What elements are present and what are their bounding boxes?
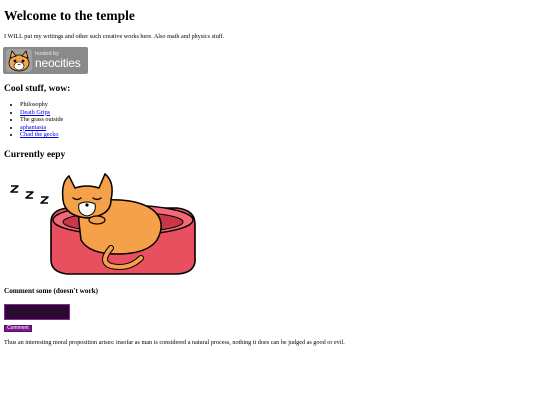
comment-heading: Comment some (doesn't work) bbox=[4, 287, 99, 295]
footer-quote: Thus an interesting moral proposition ar… bbox=[4, 339, 345, 346]
currently-eepy-heading: Currently eepy bbox=[4, 150, 66, 160]
neocities-badge[interactable]: hosted by neocities bbox=[3, 47, 88, 74]
link-chad-the-gecko[interactable]: Chad the gecko bbox=[20, 131, 59, 138]
list-item: Chad the gecko bbox=[20, 131, 63, 139]
link-aphantasia[interactable]: aphantasia bbox=[20, 124, 46, 131]
page-title: Welcome to the temple bbox=[4, 8, 135, 23]
cool-stuff-heading: Cool stuff, wow: bbox=[4, 84, 71, 94]
list-item-philosophy: Philosophy bbox=[20, 101, 48, 108]
badge-brand-label: neocities bbox=[35, 56, 81, 70]
comment-submit-button[interactable]: Comment bbox=[4, 325, 32, 332]
zzz-icon bbox=[10, 185, 49, 204]
comment-input[interactable] bbox=[4, 304, 70, 320]
list-item: The grass outside bbox=[20, 116, 63, 124]
neocities-cat-icon bbox=[6, 49, 32, 72]
page: Welcome to the temple I WILL put my writ… bbox=[0, 0, 540, 405]
cool-stuff-list: Philosophy Death Grips The grass outside… bbox=[20, 101, 63, 139]
list-item: Death Grips bbox=[20, 109, 63, 117]
link-death-grips[interactable]: Death Grips bbox=[20, 109, 50, 116]
intro-text: I WILL put my writings and other such cr… bbox=[4, 33, 225, 40]
list-item-grass-outside: The grass outside bbox=[20, 116, 64, 124]
list-item: aphantasia bbox=[20, 124, 63, 132]
list-item: Philosophy bbox=[20, 101, 63, 109]
sleeping-cat-image bbox=[10, 172, 196, 275]
